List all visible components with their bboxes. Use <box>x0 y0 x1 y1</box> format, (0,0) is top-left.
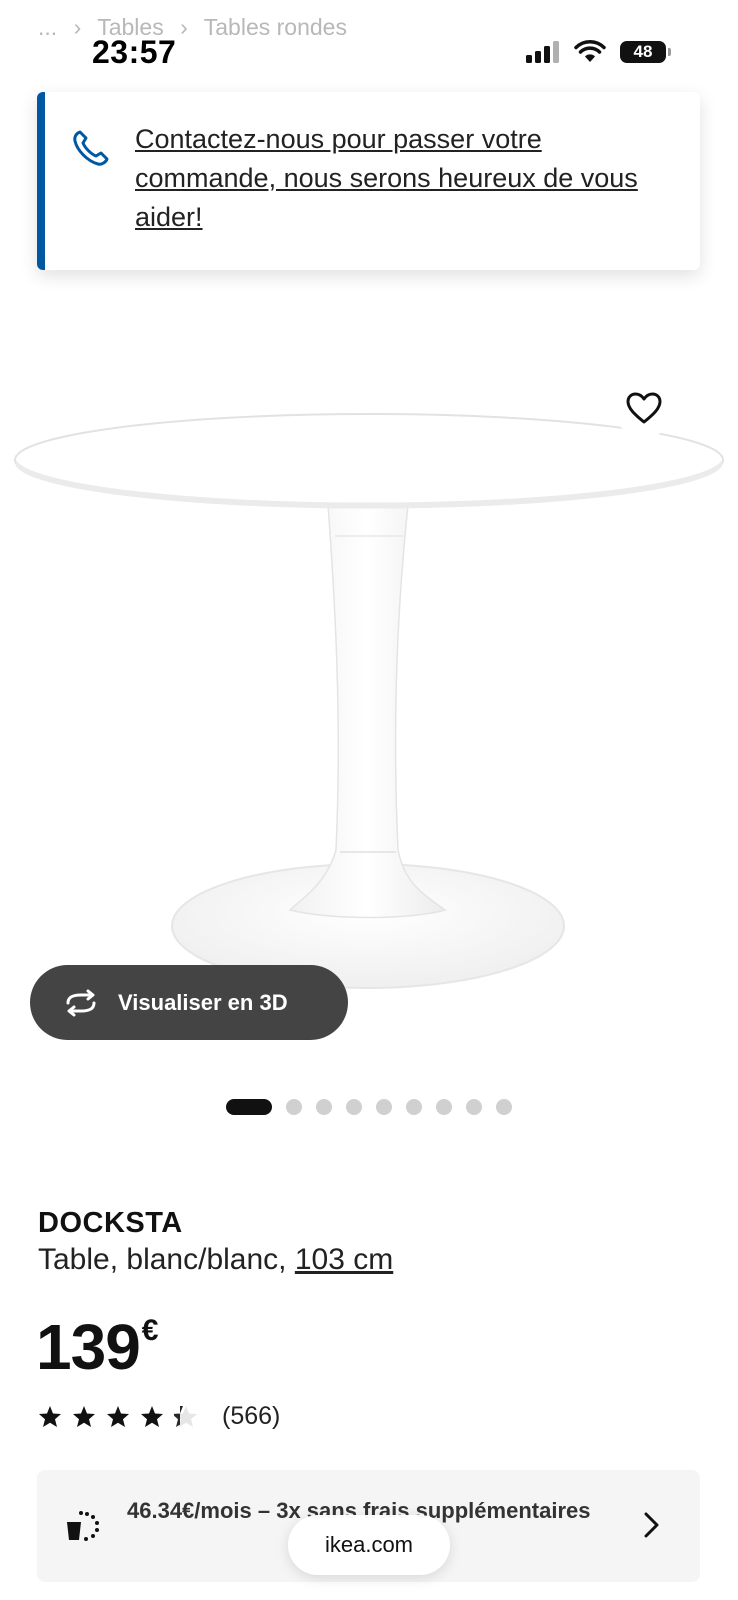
carousel-dot[interactable] <box>406 1099 422 1115</box>
heart-icon <box>626 392 662 424</box>
rotate-3d-icon <box>66 989 96 1016</box>
carousel-dot[interactable] <box>316 1099 332 1115</box>
carousel-dot-active[interactable] <box>226 1099 272 1115</box>
carousel-dot[interactable] <box>376 1099 392 1115</box>
battery-indicator: 48 <box>620 41 671 63</box>
star-filled-icon <box>141 1406 163 1427</box>
product-rating[interactable]: (566) <box>38 1402 280 1431</box>
star-partial-icon <box>174 1406 197 1427</box>
accent-bar <box>37 92 45 270</box>
breadcrumb: ... › Tables › Tables rondes <box>38 14 357 41</box>
carousel-dot[interactable] <box>286 1099 302 1115</box>
product-description: Table, blanc/blanc, 103 cm <box>38 1243 393 1277</box>
favorite-button[interactable] <box>614 378 674 438</box>
cellular-signal-icon <box>526 41 559 63</box>
price-currency: € <box>141 1314 159 1347</box>
review-count[interactable]: (566) <box>222 1402 280 1431</box>
chevron-right-icon: › <box>180 14 188 40</box>
product-price: 139€ <box>36 1310 159 1384</box>
breadcrumb-ellipsis[interactable]: ... <box>38 14 57 40</box>
browser-url-bar[interactable]: ikea.com <box>288 1515 450 1575</box>
size-link[interactable]: 103 cm <box>295 1243 393 1276</box>
carousel-dot[interactable] <box>436 1099 452 1115</box>
carousel-dot[interactable] <box>466 1099 482 1115</box>
carousel-dot[interactable] <box>496 1099 512 1115</box>
wifi-icon <box>574 40 606 62</box>
chevron-right-icon: › <box>73 14 82 40</box>
status-time: 23:57 <box>92 34 177 70</box>
carousel-indicators <box>0 1099 738 1115</box>
star-filled-icon <box>39 1406 61 1427</box>
star-filled-icon <box>107 1406 129 1427</box>
price-value: 139 <box>36 1311 141 1383</box>
carousel-dot[interactable] <box>346 1099 362 1115</box>
contact-banner: Contactez-nous pour passer votre command… <box>37 92 700 270</box>
view-3d-label: Visualiser en 3D <box>118 989 288 1015</box>
star-filled-icon <box>73 1406 95 1427</box>
status-icons: 48 <box>526 40 671 64</box>
product-name: DOCKSTA <box>38 1207 183 1239</box>
phone-icon <box>73 130 109 166</box>
breadcrumb-item-round-tables[interactable]: Tables rondes <box>204 14 347 40</box>
contact-link[interactable]: Contactez-nous pour passer votre command… <box>135 120 665 237</box>
chevron-right-icon <box>644 1512 659 1538</box>
installment-payment-icon <box>67 1511 99 1541</box>
product-description-text: Table, blanc/blanc, <box>38 1243 287 1276</box>
view-3d-button[interactable]: Visualiser en 3D <box>30 965 348 1040</box>
